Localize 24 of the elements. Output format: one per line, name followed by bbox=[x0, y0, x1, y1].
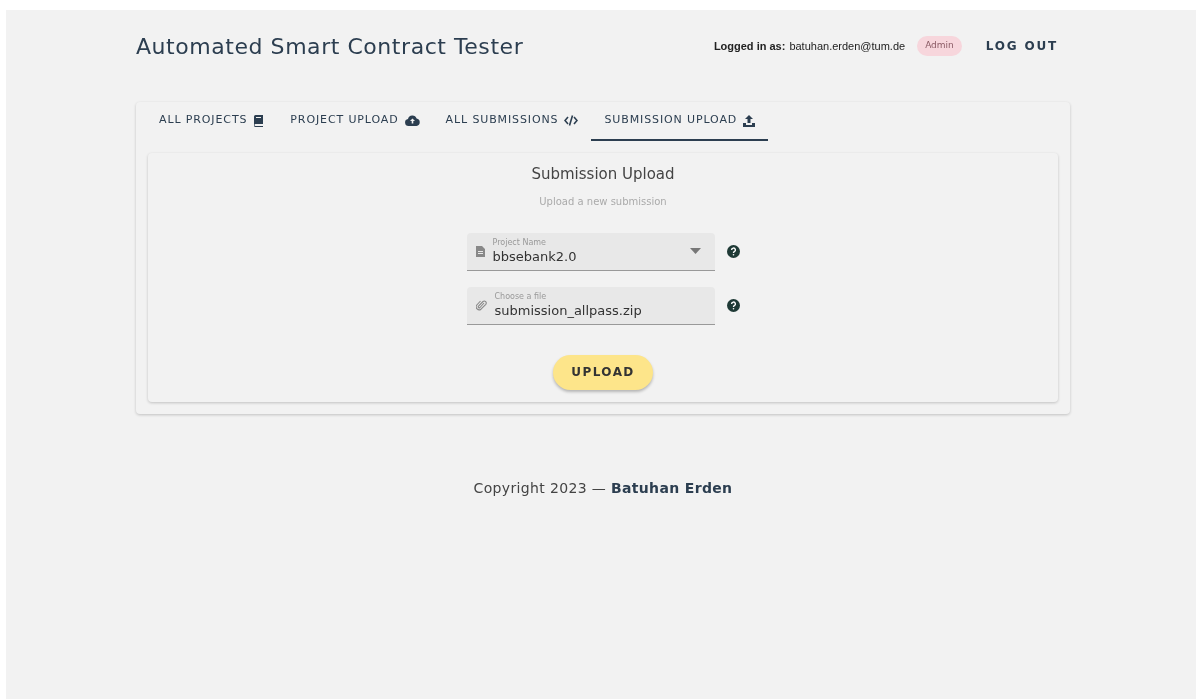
document-icon bbox=[475, 245, 485, 257]
login-label: Logged in as: bbox=[713, 38, 786, 54]
user-email: batuhan.erden@tum.de bbox=[789, 38, 906, 54]
book-icon bbox=[253, 114, 265, 127]
dropdown-caret-icon bbox=[689, 248, 701, 254]
nav-tab[interactable]: ALL PROJECTS bbox=[146, 102, 278, 141]
nav-tab[interactable]: ALL SUBMISSIONS bbox=[432, 102, 592, 141]
help-icon[interactable] bbox=[726, 245, 740, 258]
upload-button[interactable]: UPLOAD bbox=[553, 354, 653, 390]
code-icon bbox=[564, 115, 579, 126]
cloud-upload-icon bbox=[404, 115, 420, 126]
nav-tab[interactable]: SUBMISSION UPLOAD bbox=[591, 102, 769, 141]
paperclip-icon bbox=[475, 299, 487, 311]
role-badge: Admin bbox=[917, 36, 962, 56]
form-subtitle: Upload a new submission bbox=[539, 194, 667, 209]
file-input[interactable]: Choose a file submission_allpass.zip bbox=[466, 286, 715, 325]
upload-icon bbox=[743, 114, 756, 127]
copyright-text: Copyright 2023 — Batuhan Erden bbox=[473, 478, 733, 498]
nav-tab[interactable]: PROJECT UPLOAD bbox=[277, 102, 433, 141]
help-icon[interactable] bbox=[726, 299, 740, 312]
app-title: Automated Smart Contract Tester bbox=[136, 32, 524, 61]
project-select[interactable]: Project Name bbsebank2.0 bbox=[466, 232, 715, 271]
form-title: Submission Upload bbox=[531, 164, 675, 185]
logout-button[interactable]: LOG OUT bbox=[985, 37, 1058, 55]
